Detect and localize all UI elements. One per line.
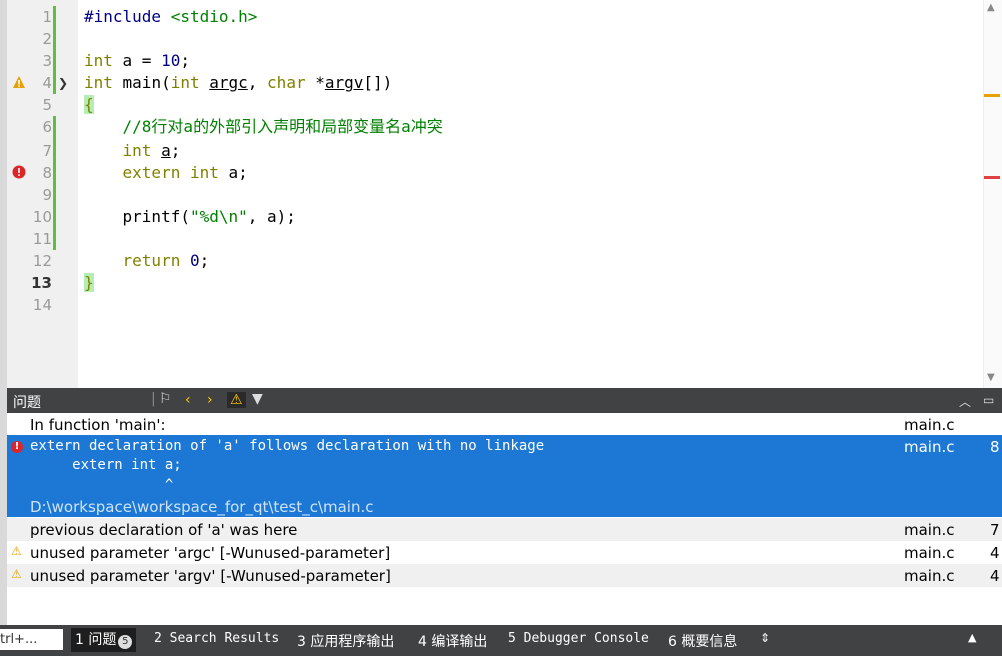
line-number: 10 bbox=[32, 208, 52, 226]
left-edge-strip bbox=[0, 0, 7, 656]
issue-context-row[interactable]: In function 'main': main.c bbox=[7, 413, 1002, 435]
warning-icon[interactable] bbox=[12, 75, 26, 89]
fold-chevron-down-icon[interactable]: ❯ bbox=[58, 76, 68, 90]
close-pane-icon[interactable]: ▭ bbox=[983, 393, 994, 407]
issues-count-badge: 5 bbox=[118, 635, 133, 649]
issue-warning-row[interactable]: ⚠ unused parameter 'argv' [-Wunused-para… bbox=[7, 564, 1002, 587]
change-bar bbox=[53, 116, 56, 250]
code-line-8: extern int a; bbox=[122, 163, 248, 182]
show-warnings-toggle-icon[interactable]: ⚠ bbox=[227, 392, 246, 408]
code-line-10: printf("%d\n", a); bbox=[84, 207, 296, 226]
code-line-3: int a = 10; bbox=[84, 51, 190, 70]
code-line-1: #include <stdio.h> bbox=[84, 7, 258, 26]
change-bar bbox=[53, 50, 56, 94]
code-line-7: int a; bbox=[122, 141, 181, 160]
tab-compile-output[interactable]: 4 编译输出 bbox=[418, 631, 487, 651]
warning-icon: ⚠ bbox=[11, 567, 22, 581]
more-tabs-icon[interactable]: ⇕ bbox=[760, 631, 770, 645]
tab-application-output[interactable]: 3 应用程序输出 bbox=[297, 631, 394, 651]
scroll-down-icon[interactable]: ▼ bbox=[987, 372, 995, 383]
change-bar bbox=[53, 6, 56, 50]
error-icon: ! bbox=[11, 441, 23, 453]
toggle-output-pane-icon[interactable]: ▲ bbox=[968, 631, 976, 644]
issue-warning-row[interactable]: ⚠ unused parameter 'argc' [-Wunused-para… bbox=[7, 541, 1002, 564]
warning-icon: ⚠ bbox=[11, 544, 22, 558]
overview-error-marker bbox=[984, 176, 1000, 179]
error-caret: ^ bbox=[30, 477, 174, 493]
scroll-up-icon[interactable]: ▲ bbox=[987, 2, 995, 13]
line-number: 14 bbox=[32, 296, 52, 314]
code-line-4: int main(int argc, char *argv[]) bbox=[84, 73, 393, 92]
filter-icon[interactable]: ▼ bbox=[252, 391, 263, 407]
tab-issues[interactable]: 1 问题 5 bbox=[71, 628, 137, 652]
error-code-snippet: extern int a; bbox=[30, 457, 182, 473]
code-editor[interactable]: 1 2 3 4 5 6 7 8 9 10 11 12 13 14 ❯ #incl… bbox=[0, 0, 1002, 388]
locator-input[interactable]: trl+... bbox=[0, 629, 63, 650]
tab-general-messages[interactable]: 6 概要信息 bbox=[668, 631, 737, 651]
line-number: 1 bbox=[42, 8, 52, 26]
line-number: 2 bbox=[42, 30, 52, 48]
code-line-13: } bbox=[84, 273, 94, 292]
clean-filter-icon[interactable]: ⚐ bbox=[159, 391, 172, 407]
divider: | bbox=[151, 391, 156, 407]
line-number: 9 bbox=[42, 186, 52, 204]
overview-warning-marker bbox=[984, 94, 1000, 97]
line-number: 7 bbox=[42, 142, 52, 160]
tab-debugger-console[interactable]: 5 Debugger Console bbox=[508, 631, 649, 646]
line-number: 3 bbox=[42, 52, 52, 70]
code-line-12: return 0; bbox=[122, 251, 210, 270]
error-message: extern declaration of 'a' follows declar… bbox=[30, 438, 545, 454]
line-number: 11 bbox=[32, 230, 52, 248]
issue-file: main.c bbox=[904, 438, 955, 456]
code-line-6-comment: //8行对a的外部引入声明和局部变量名a冲突 bbox=[84, 117, 443, 136]
maximize-pane-icon[interactable]: ︿ bbox=[959, 393, 971, 410]
issues-pane-header: 问题 | ⚐ ‹ › ⚠ ▼ ︿ ▭ bbox=[7, 388, 1002, 413]
issues-pane-title: 问题 bbox=[13, 395, 41, 411]
line-number: 6 bbox=[42, 118, 52, 136]
line-number: 5 bbox=[42, 96, 52, 114]
line-number: 12 bbox=[32, 252, 52, 270]
error-icon[interactable] bbox=[12, 165, 26, 179]
issue-error-row[interactable]: ! extern declaration of 'a' follows decl… bbox=[7, 435, 1002, 517]
current-line-number: 13 bbox=[31, 274, 52, 292]
previous-item-icon[interactable]: ‹ bbox=[185, 392, 191, 408]
error-file-path: D:\workspace\workspace_for_qt\test_c\mai… bbox=[30, 498, 374, 516]
next-item-icon[interactable]: › bbox=[207, 392, 213, 408]
tab-search-results[interactable]: 2 Search Results bbox=[154, 631, 279, 646]
issue-line: 8 bbox=[990, 438, 1000, 456]
issues-list[interactable]: In function 'main': main.c ! extern decl… bbox=[7, 413, 1002, 625]
editor-vertical-scrollbar[interactable]: ▲ ▼ bbox=[983, 0, 1002, 388]
code-line-5: { bbox=[84, 95, 94, 114]
issue-note-row[interactable]: previous declaration of 'a' was here mai… bbox=[7, 518, 1002, 541]
output-pane-bar: trl+... 1 问题 5 2 Search Results 3 应用程序输出 … bbox=[0, 625, 1002, 656]
